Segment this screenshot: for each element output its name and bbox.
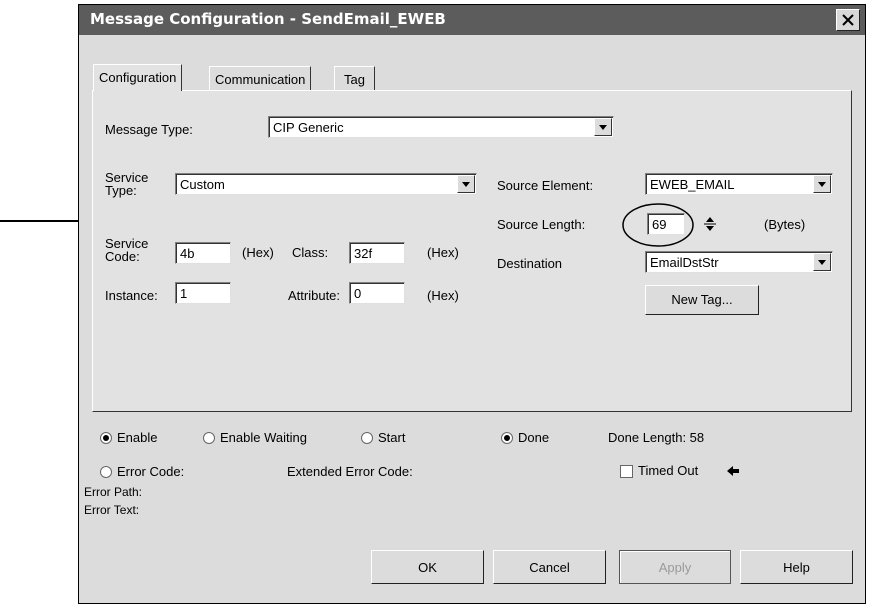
source-element-select[interactable]: EWEB_EMAIL: [645, 173, 833, 195]
destination-label: Destination: [497, 256, 563, 271]
new-tag-button[interactable]: New Tag...: [645, 285, 759, 315]
chevron-down-icon: [594, 118, 612, 136]
attribute-hex-label: (Hex): [427, 288, 459, 303]
enable-label: Enable: [117, 430, 158, 445]
done-label: Done: [518, 430, 550, 445]
timed-out-checkbox[interactable]: [620, 465, 633, 478]
service-type-select[interactable]: Custom: [175, 173, 477, 195]
error-path-label: Error Path:: [84, 485, 143, 499]
highlight-circle: [622, 203, 694, 247]
tab-communication[interactable]: Communication: [209, 66, 312, 91]
class-input[interactable]: 32f: [349, 242, 405, 264]
destination-select[interactable]: EmailDstStr: [645, 251, 833, 273]
service-code-hex-label: (Hex): [242, 245, 274, 260]
class-hex-label: (Hex): [427, 245, 459, 260]
class-label: Class:: [292, 245, 329, 260]
cancel-button[interactable]: Cancel: [493, 550, 606, 584]
message-type-select[interactable]: CIP Generic: [268, 116, 614, 138]
apply-button[interactable]: Apply: [619, 550, 731, 584]
close-icon: [842, 14, 854, 26]
help-button[interactable]: Help: [740, 550, 853, 584]
service-code-input[interactable]: 4b: [175, 242, 231, 264]
chevron-down-icon: [457, 175, 475, 193]
ok-button[interactable]: OK: [371, 550, 484, 584]
chevron-down-icon: [813, 175, 831, 193]
bytes-label: (Bytes): [764, 217, 806, 232]
extended-error-code-label: Extended Error Code:: [287, 464, 413, 479]
close-button[interactable]: [836, 9, 860, 31]
service-type-label: Service Type:: [105, 170, 149, 198]
tab-tag[interactable]: Tag: [334, 66, 375, 91]
chevron-down-icon: [813, 253, 831, 271]
enable-waiting-label: Enable Waiting: [220, 430, 307, 445]
error-text-label: Error Text:: [84, 503, 140, 517]
timed-out-label: Timed Out: [638, 463, 699, 478]
spinner-icon: [704, 217, 716, 231]
attribute-input[interactable]: 0: [349, 282, 405, 304]
pointer-icon: [727, 466, 739, 476]
source-length-label: Source Length:: [497, 217, 586, 232]
enable-indicator: [100, 432, 112, 444]
error-code-label: Error Code:: [117, 464, 185, 479]
title-bar: Message Configuration - SendEmail_EWEB: [79, 5, 865, 35]
instance-input[interactable]: 1: [175, 282, 231, 304]
done-indicator: [501, 432, 513, 444]
start-label: Start: [378, 430, 406, 445]
instance-label: Instance:: [105, 288, 158, 303]
message-configuration-dialog: Message Configuration - SendEmail_EWEB C…: [78, 4, 866, 604]
start-indicator: [361, 432, 373, 444]
enable-waiting-indicator: [203, 432, 215, 444]
attribute-label: Attribute:: [288, 288, 341, 303]
service-code-label: Service Code:: [105, 236, 149, 264]
done-length: Done Length: 58: [608, 430, 705, 445]
error-code-indicator: [100, 466, 112, 478]
window-title: Message Configuration - SendEmail_EWEB: [90, 10, 446, 28]
tab-configuration[interactable]: Configuration: [93, 64, 183, 91]
source-length-spinner[interactable]: [703, 214, 717, 234]
message-type-label: Message Type:: [105, 122, 193, 137]
source-element-label: Source Element:: [497, 178, 594, 193]
